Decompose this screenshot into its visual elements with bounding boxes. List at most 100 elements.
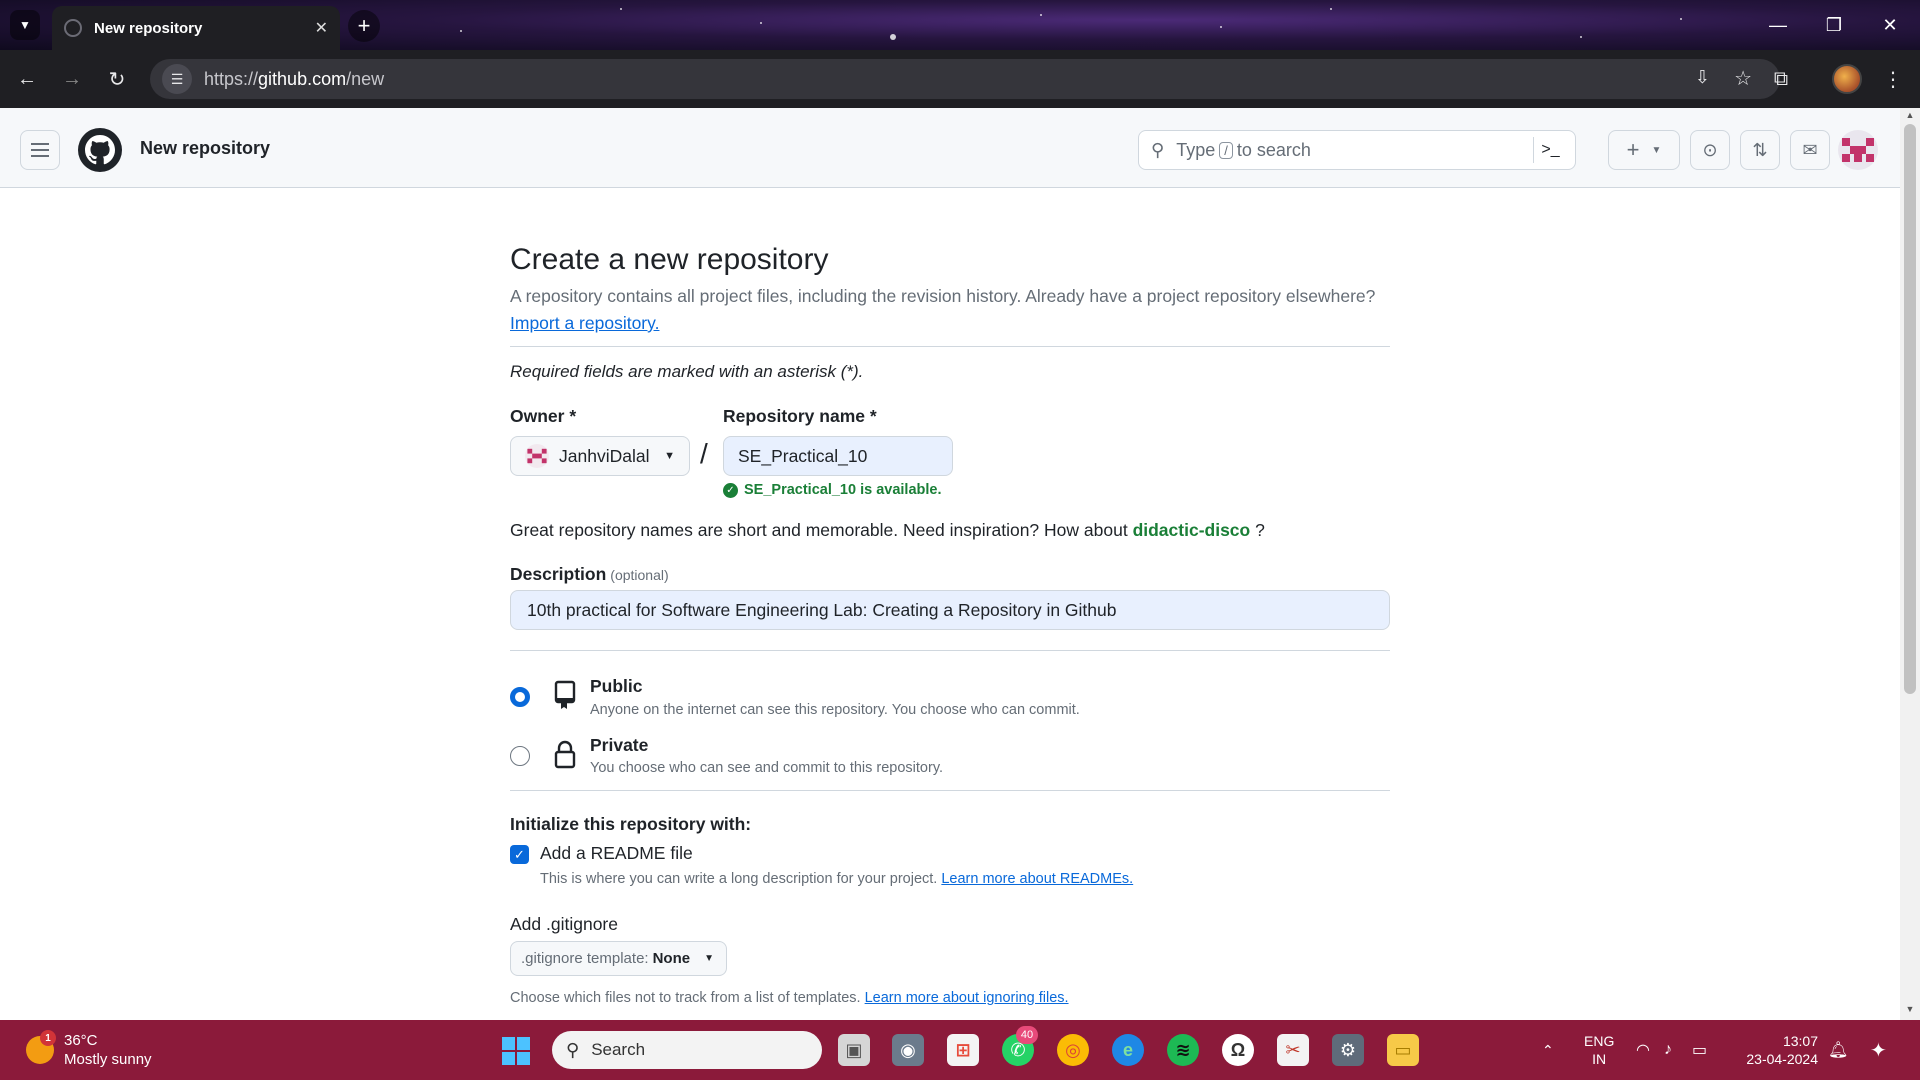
notification-bell-icon[interactable]: 🔔︎: [1828, 1020, 1848, 1080]
weather-badge: 1: [40, 1030, 56, 1046]
wifi-icon[interactable]: ◠: [1636, 1020, 1650, 1080]
windows-start-icon[interactable]: [502, 1037, 530, 1065]
chevron-down-icon: ▼: [664, 450, 675, 462]
owner-select[interactable]: JanhviDalal ▼: [510, 436, 690, 476]
gitignore-template-select[interactable]: .gitignore template: None ▼: [510, 941, 727, 976]
readme-checkbox[interactable]: ✓: [510, 845, 529, 864]
task-view-icon[interactable]: ▣: [838, 1034, 870, 1066]
tab-favicon-icon: [64, 19, 82, 37]
chevron-down-icon: ▼: [1651, 144, 1662, 156]
public-description: Anyone on the internet can see this repo…: [590, 702, 1080, 718]
availability-message: ✓ SE_Practical_10 is available.: [723, 482, 942, 498]
scroll-down-icon[interactable]: ▼: [1900, 1004, 1920, 1018]
repo-name-label: Repository name *: [723, 406, 877, 426]
inbox-icon[interactable]: ✉: [1790, 130, 1830, 170]
pull-requests-icon[interactable]: ⇅: [1740, 130, 1780, 170]
camera-app-icon[interactable]: ◉: [892, 1034, 924, 1066]
taskbar-search[interactable]: ⚲ Search: [552, 1031, 822, 1069]
github-header: New repository ⚲ Type / to search >_ + ▼ ⊙…: [0, 108, 1900, 188]
page-title: Create a new repository: [510, 243, 829, 276]
command-palette-icon[interactable]: >_: [1533, 137, 1567, 163]
plus-icon: +: [1626, 137, 1640, 162]
microsoft-store-icon[interactable]: ⊞: [947, 1034, 979, 1066]
scroll-up-icon[interactable]: ▲: [1900, 110, 1920, 124]
file-explorer-icon[interactable]: ▭: [1387, 1034, 1419, 1066]
owner-repo-separator: /: [700, 438, 708, 469]
import-repository-link[interactable]: Import a repository.: [510, 313, 659, 334]
address-bar[interactable]: ☰ https://github.com/new ⇩ ☆: [150, 59, 1780, 99]
name-inspiration: Great repository names are short and mem…: [510, 520, 1265, 540]
public-radio[interactable]: [510, 687, 530, 707]
learn-ignoring-files-link[interactable]: Learn more about ignoring files.: [865, 990, 1069, 1006]
reload-icon[interactable]: ↻: [100, 62, 134, 96]
private-title: Private: [590, 735, 649, 755]
repo-icon: [552, 680, 578, 710]
install-app-icon[interactable]: ⇩: [1695, 67, 1710, 88]
repo-name-input[interactable]: [723, 436, 953, 476]
divider: [510, 650, 1390, 651]
extensions-icon[interactable]: ⧉: [1764, 62, 1798, 96]
menu-hamburger-icon[interactable]: [20, 130, 60, 170]
browser-tab-active[interactable]: New repository ✕: [52, 6, 340, 50]
browser-profile-avatar[interactable]: [1832, 64, 1862, 94]
search-icon: ⚲: [566, 1039, 580, 1060]
edge-icon[interactable]: e: [1112, 1034, 1144, 1066]
app-icon[interactable]: Ω: [1222, 1034, 1254, 1066]
browser-toolbar: ← → ↻ ☰ https://github.com/new ⇩ ☆ ⧉ ⋮: [0, 50, 1920, 108]
learn-readmes-link[interactable]: Learn more about READMEs.: [941, 871, 1133, 887]
input-language[interactable]: ENG IN: [1584, 1032, 1614, 1068]
owner-avatar: [525, 444, 549, 468]
new-tab-button[interactable]: +: [348, 10, 380, 42]
gitignore-label: Add .gitignore: [510, 914, 618, 934]
scroll-thumb[interactable]: [1904, 124, 1916, 694]
required-fields-note: Required fields are marked with an aster…: [510, 362, 864, 381]
create-new-dropdown-button[interactable]: + ▼: [1608, 130, 1680, 170]
site-info-icon[interactable]: ☰: [162, 64, 192, 94]
show-hidden-icons[interactable]: ⌃: [1542, 1020, 1554, 1080]
windows-taskbar: 1 36°C Mostly sunny ⚲ Search ▣ ◉ ⊞ ✆ 40 …: [0, 1020, 1920, 1080]
tab-title: New repository: [94, 19, 203, 37]
gitignore-description: Choose which files not to track from a l…: [510, 990, 1069, 1006]
forward-icon[interactable]: →: [55, 62, 89, 96]
page-scrollbar[interactable]: ▲ ▼: [1900, 108, 1920, 1020]
copilot-icon[interactable]: ✦: [1870, 1020, 1887, 1080]
back-icon[interactable]: ←: [10, 62, 44, 96]
spotify-icon[interactable]: ≋: [1167, 1034, 1199, 1066]
chevron-down-icon: ▼: [704, 953, 714, 964]
divider: [510, 790, 1390, 791]
tab-close-icon[interactable]: ✕: [315, 18, 328, 38]
chrome-icon[interactable]: ◎: [1057, 1034, 1089, 1066]
issues-icon[interactable]: ⊙: [1690, 130, 1730, 170]
tab-search-dropdown-icon[interactable]: ▼: [10, 10, 40, 40]
weather-condition[interactable]: Mostly sunny: [64, 1051, 152, 1068]
bookmark-star-icon[interactable]: ☆: [1734, 66, 1752, 91]
readme-label[interactable]: Add a README file: [540, 843, 693, 864]
readme-description: This is where you can write a long descr…: [540, 871, 1134, 887]
github-logo-icon[interactable]: [78, 128, 122, 172]
whatsapp-badge: 40: [1016, 1026, 1038, 1044]
initialize-label: Initialize this repository with:: [510, 814, 752, 834]
browser-menu-icon[interactable]: ⋮: [1876, 62, 1910, 96]
volume-icon[interactable]: ♪: [1664, 1020, 1672, 1080]
page-subtitle: A repository contains all project files,…: [510, 286, 1376, 306]
url-text[interactable]: https://github.com/new: [204, 69, 384, 90]
description-input[interactable]: [510, 590, 1390, 630]
public-title: Public: [590, 676, 643, 696]
settings-gear-icon[interactable]: ⚙: [1332, 1034, 1364, 1066]
battery-icon[interactable]: ▭: [1692, 1020, 1707, 1080]
search-icon: ⚲: [1151, 139, 1165, 160]
user-avatar[interactable]: [1838, 130, 1878, 170]
private-radio[interactable]: [510, 746, 530, 766]
minimize-icon[interactable]: —: [1750, 0, 1806, 50]
divider: [510, 346, 1390, 347]
snipping-tool-icon[interactable]: ✂: [1277, 1034, 1309, 1066]
check-circle-icon: ✓: [723, 482, 738, 498]
lock-icon: [552, 739, 578, 769]
system-clock[interactable]: 13:07 23-04-2024: [1738, 1032, 1818, 1068]
close-window-icon[interactable]: ✕: [1862, 0, 1918, 50]
suggested-name-link[interactable]: didactic-disco: [1133, 520, 1251, 540]
github-search-input[interactable]: ⚲ Type / to search >_: [1138, 130, 1576, 170]
restore-icon[interactable]: ❐: [1806, 0, 1862, 50]
header-page-title[interactable]: New repository: [140, 138, 270, 159]
weather-temperature[interactable]: 36°C: [64, 1032, 98, 1049]
